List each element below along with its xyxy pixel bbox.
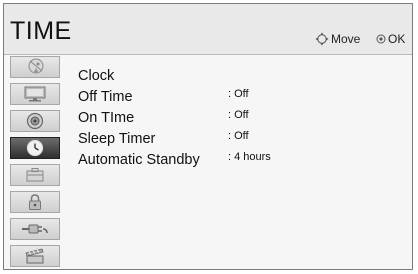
menu-item-label: Clock [78, 68, 115, 84]
toolbox-icon [26, 168, 44, 182]
sidebar-item-input[interactable] [10, 218, 60, 240]
page-title: TIME [10, 17, 72, 45]
menu-item-value: : Off [228, 109, 249, 121]
navigation-arrows-icon [315, 32, 329, 46]
menu-item-on-time[interactable]: On TIme : Off [78, 109, 408, 129]
menu-item-label: Automatic Standby [78, 152, 200, 168]
sidebar-item-audio[interactable] [10, 110, 60, 132]
time-menu-window: TIME Move OK Clock Off Time: Off On TIm… [3, 3, 413, 270]
menu-item-off-time[interactable]: Off Time : Off [78, 88, 408, 108]
sidebar-item-lock[interactable] [10, 191, 60, 213]
cable-icon [22, 224, 48, 234]
menu-header: TIME Move OK [4, 4, 412, 55]
film-icon [25, 248, 44, 264]
speaker-icon [26, 112, 44, 130]
satellite-icon [28, 58, 44, 74]
sidebar-item-channel[interactable] [10, 56, 60, 78]
sidebar-item-picture[interactable] [10, 83, 60, 105]
menu-item-value: : 4 hours [228, 151, 271, 163]
category-sidebar [10, 56, 60, 270]
lock-icon [29, 194, 41, 210]
move-hint: Move [315, 32, 360, 46]
menu-item-sleep-timer[interactable]: Sleep Timer : Off [78, 130, 408, 150]
ok-hint-label: OK [388, 32, 406, 46]
menu-item-value: : Off [228, 88, 249, 100]
sidebar-item-option[interactable] [10, 164, 60, 186]
menu-item-label: On TIme [78, 110, 135, 126]
menu-item-label: Off Time [78, 89, 133, 105]
menu-item-label: Sleep Timer [78, 131, 156, 147]
menu-item-automatic-standby[interactable]: Automatic Standby : 4 hours [78, 151, 408, 171]
clock-icon [26, 139, 44, 157]
menu-item-value: : Off [228, 130, 249, 142]
sidebar-item-media[interactable] [10, 245, 60, 267]
sidebar-item-time[interactable] [10, 137, 60, 159]
ok-button-icon [376, 34, 386, 44]
ok-hint: OK [376, 32, 405, 46]
menu-item-clock[interactable]: Clock [78, 67, 408, 87]
monitor-icon [24, 86, 46, 102]
move-hint-label: Move [331, 32, 361, 46]
